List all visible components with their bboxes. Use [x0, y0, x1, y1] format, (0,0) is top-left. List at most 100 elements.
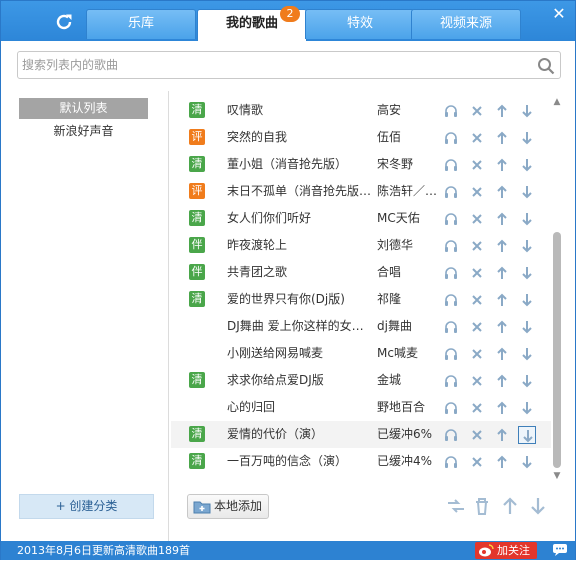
delete-icon[interactable] [468, 453, 486, 471]
quality-badge: 清 [189, 102, 205, 118]
listen-icon[interactable] [442, 345, 460, 363]
song-name: 爱的世界只有你(Dj版) [227, 292, 345, 306]
sidebar-item-default-list[interactable]: 默认列表 [19, 98, 148, 119]
chat-icon[interactable] [552, 543, 568, 557]
move-up-icon[interactable] [493, 399, 511, 417]
move-down-icon[interactable] [527, 495, 549, 517]
move-up-icon[interactable] [493, 372, 511, 390]
song-row[interactable]: DJ舞曲 爱上你这样的女人… dj舞曲 [171, 313, 551, 340]
delete-icon[interactable] [468, 426, 486, 444]
move-up-icon[interactable] [493, 237, 511, 255]
move-up-icon[interactable] [493, 264, 511, 282]
song-row[interactable]: 伴 共青团之歌 合唱 [171, 259, 551, 286]
title-bar: 乐库 我的歌曲 2 特效 视频来源 ✕ [1, 1, 575, 41]
move-up-icon[interactable] [493, 129, 511, 147]
close-icon[interactable]: ✕ [549, 4, 569, 24]
shuffle-icon[interactable] [445, 495, 467, 517]
song-row[interactable]: 伴 昨夜渡轮上 刘德华 [171, 232, 551, 259]
listen-icon[interactable] [442, 129, 460, 147]
move-down-icon[interactable] [518, 102, 536, 120]
song-row[interactable]: 心的归回 野地百合 [171, 394, 551, 421]
move-up-icon[interactable] [493, 345, 511, 363]
delete-icon[interactable] [468, 264, 486, 282]
move-up-icon[interactable] [493, 183, 511, 201]
scroll-thumb[interactable] [553, 232, 561, 468]
listen-icon[interactable] [442, 102, 460, 120]
tab-effects[interactable]: 特效 [305, 9, 415, 39]
follow-button[interactable]: 加关注 [475, 542, 537, 559]
move-down-icon[interactable] [518, 264, 536, 282]
move-down-icon[interactable] [518, 183, 536, 201]
delete-icon[interactable] [468, 318, 486, 336]
song-row[interactable]: 清 求求你给点爱DJ版 金城 [171, 367, 551, 394]
listen-icon[interactable] [442, 237, 460, 255]
song-row[interactable]: 清 女人们你们听好 MC天佑 [171, 205, 551, 232]
song-row[interactable]: 评 突然的自我 伍佰 [171, 124, 551, 151]
create-category-button[interactable]: + 创建分类 [19, 494, 154, 519]
move-down-icon[interactable] [518, 426, 536, 444]
refresh-icon[interactable] [53, 11, 75, 33]
move-up-icon[interactable] [493, 156, 511, 174]
listen-icon[interactable] [442, 453, 460, 471]
move-down-icon[interactable] [518, 291, 536, 309]
delete-icon[interactable] [468, 183, 486, 201]
move-down-icon[interactable] [518, 399, 536, 417]
move-up-icon[interactable] [493, 102, 511, 120]
scrollbar[interactable]: ▲ ▼ [551, 97, 563, 481]
local-add-button[interactable]: 本地添加 [187, 494, 269, 519]
move-down-icon[interactable] [518, 345, 536, 363]
move-up-icon[interactable] [493, 210, 511, 228]
move-up-icon[interactable] [493, 291, 511, 309]
tab-music-library[interactable]: 乐库 [86, 9, 196, 39]
song-row[interactable]: 评 末日不孤单（消音抢先版… 陈浩轩／… [171, 178, 551, 205]
move-up-icon[interactable] [493, 426, 511, 444]
tab-video-source[interactable]: 视频来源 [411, 9, 521, 39]
scroll-down-icon[interactable]: ▼ [552, 471, 562, 481]
move-up-icon[interactable] [493, 318, 511, 336]
listen-icon[interactable] [442, 399, 460, 417]
song-row[interactable]: 清 一百万吨的信念（演） 已缓冲4% [171, 448, 551, 475]
delete-icon[interactable] [468, 102, 486, 120]
listen-icon[interactable] [442, 372, 460, 390]
delete-icon[interactable] [468, 210, 486, 228]
listen-icon[interactable] [442, 264, 460, 282]
listen-icon[interactable] [442, 426, 460, 444]
move-down-icon[interactable] [518, 237, 536, 255]
delete-icon[interactable] [468, 129, 486, 147]
song-row[interactable]: 清 爱的世界只有你(Dj版) 祁隆 [171, 286, 551, 313]
delete-icon[interactable] [468, 345, 486, 363]
sidebar-item-sina-voice[interactable]: 新浪好声音 [19, 121, 148, 142]
listen-icon[interactable] [442, 291, 460, 309]
tab-badge: 2 [280, 6, 300, 22]
song-row[interactable]: 小刚送给网易喊麦 Mc喊麦 [171, 340, 551, 367]
scroll-up-icon[interactable]: ▲ [552, 97, 562, 107]
song-row[interactable]: 清 爱情的代价（演） 已缓冲6% [171, 421, 551, 448]
search-icon[interactable] [536, 56, 556, 76]
listen-icon[interactable] [442, 183, 460, 201]
delete-icon[interactable] [468, 156, 486, 174]
listen-icon[interactable] [442, 210, 460, 228]
delete-icon[interactable] [468, 237, 486, 255]
move-down-icon[interactable] [518, 210, 536, 228]
weibo-icon [478, 543, 494, 558]
song-artist: 宋冬野 [377, 157, 414, 171]
move-down-icon[interactable] [518, 156, 536, 174]
listen-icon[interactable] [442, 318, 460, 336]
song-row[interactable]: 清 董小姐（消音抢先版） 宋冬野 [171, 151, 551, 178]
delete-all-icon[interactable] [471, 495, 493, 517]
delete-icon[interactable] [468, 291, 486, 309]
delete-icon[interactable] [468, 372, 486, 390]
move-down-icon[interactable] [518, 129, 536, 147]
song-name: 心的归回 [227, 400, 276, 414]
listen-icon[interactable] [442, 156, 460, 174]
move-up-icon[interactable] [499, 495, 521, 517]
song-row[interactable]: 清 叹情歌 高安 [171, 97, 551, 124]
move-down-icon[interactable] [518, 453, 536, 471]
search-input[interactable] [22, 55, 522, 75]
song-artist: Mc喊麦 [377, 346, 418, 360]
move-up-icon[interactable] [493, 453, 511, 471]
move-down-icon[interactable] [518, 318, 536, 336]
local-add-label: 本地添加 [214, 499, 263, 513]
delete-icon[interactable] [468, 399, 486, 417]
move-down-icon[interactable] [518, 372, 536, 390]
